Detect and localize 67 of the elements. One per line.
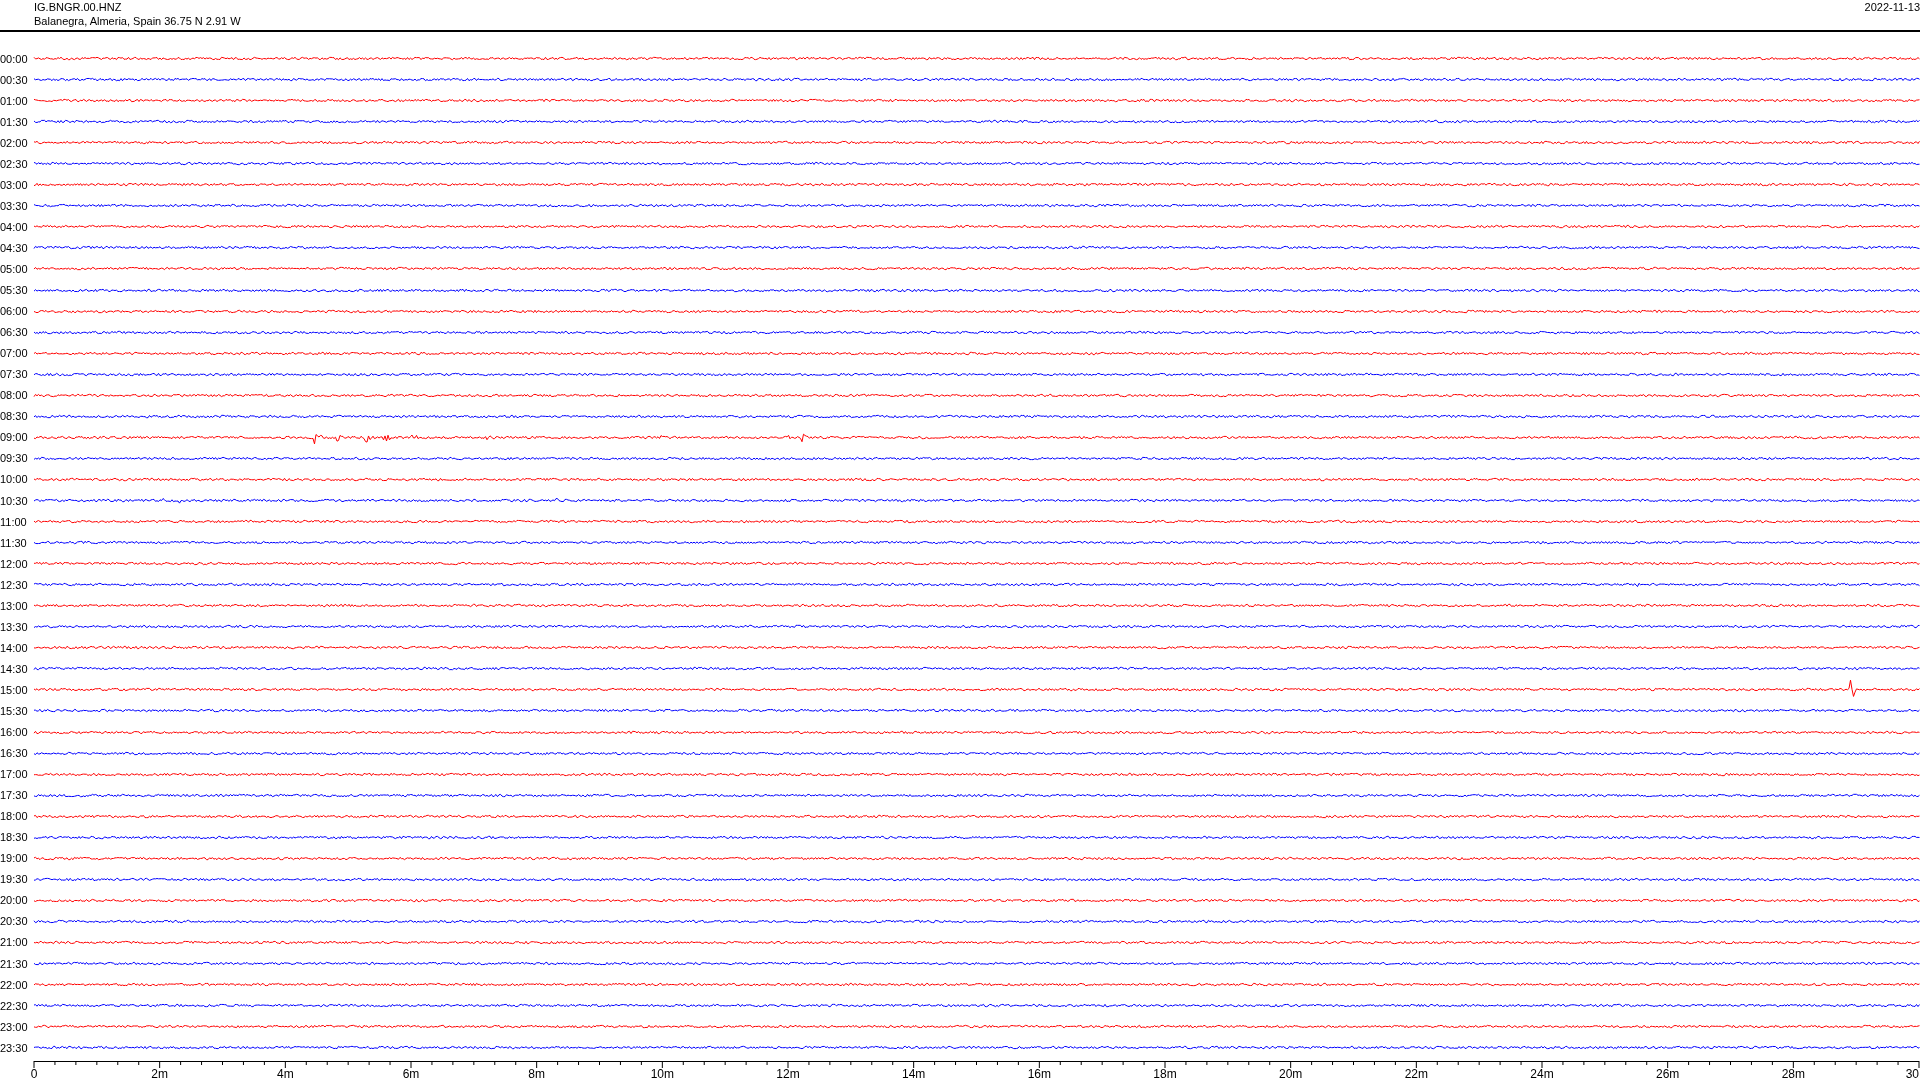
hour-label: 12:30 xyxy=(0,578,29,591)
hour-label: 23:00 xyxy=(0,1020,29,1033)
hour-label: 05:00 xyxy=(0,263,29,275)
hour-label: 12:00 xyxy=(0,557,29,570)
hour-label: 03:30 xyxy=(0,199,29,212)
hour-label: 23:30 xyxy=(0,1041,29,1054)
hour-label: 11:00 xyxy=(0,515,28,528)
hour-label: 20:00 xyxy=(0,894,29,907)
hour-label: 05:30 xyxy=(0,284,29,297)
hour-label: 01:30 xyxy=(0,115,29,128)
hour-label: 07:00 xyxy=(0,347,29,360)
hour-label: 14:30 xyxy=(0,662,29,675)
axis-label: 20m xyxy=(1279,1067,1303,1080)
hour-label: 10:30 xyxy=(0,494,29,507)
hour-label: 04:30 xyxy=(0,241,29,254)
hour-label: 00:30 xyxy=(0,73,29,86)
axis-label: 26m xyxy=(1656,1067,1680,1080)
hour-label: 18:00 xyxy=(0,810,29,823)
hour-label: 02:00 xyxy=(0,136,29,149)
hour-label: 17:00 xyxy=(0,768,29,781)
axis-label: 8m xyxy=(528,1067,545,1080)
axis-label: 24m xyxy=(1530,1067,1554,1080)
hour-label: 19:00 xyxy=(0,852,29,865)
axis-label: 30 xyxy=(1905,1067,1919,1080)
hour-label: 19:30 xyxy=(0,873,29,886)
axis-label: 10m xyxy=(650,1067,674,1080)
station-code: IG.BNGR.00.HNZ xyxy=(34,0,123,14)
hour-label: 09:00 xyxy=(0,431,29,444)
hour-label: 13:00 xyxy=(0,599,29,612)
hour-label: 09:30 xyxy=(0,452,29,465)
hour-label: 01:00 xyxy=(0,94,29,107)
hour-label: 06:30 xyxy=(0,326,29,339)
hour-label: 07:30 xyxy=(0,368,29,381)
hour-label: 18:30 xyxy=(0,831,29,844)
hour-label: 15:00 xyxy=(0,683,29,696)
axis-label: 6m xyxy=(402,1067,420,1080)
hour-label: 08:00 xyxy=(0,389,29,402)
hour-label: 03:00 xyxy=(0,178,29,191)
axis-label: 18m xyxy=(1153,1067,1177,1080)
hour-label: 13:30 xyxy=(0,620,29,633)
axis-label: 14m xyxy=(902,1067,926,1080)
hour-label: 21:00 xyxy=(0,936,29,949)
axis-label: 4m xyxy=(277,1067,294,1080)
hour-label: 16:30 xyxy=(0,747,29,760)
hour-label: 02:30 xyxy=(0,157,29,170)
hour-label: 04:00 xyxy=(0,220,29,233)
hour-label: 08:30 xyxy=(0,410,29,423)
hour-label: 15:30 xyxy=(0,704,29,717)
hour-label: 10:00 xyxy=(0,473,29,486)
hour-label: 17:30 xyxy=(0,789,29,802)
hour-label: 22:00 xyxy=(0,978,29,991)
axis-label: 22m xyxy=(1404,1067,1428,1080)
hour-label: 22:30 xyxy=(0,999,29,1012)
hour-label: 16:00 xyxy=(0,726,29,738)
axis-label: 12m xyxy=(776,1067,800,1080)
plot-date: 2022-11-13 xyxy=(1864,0,1920,14)
hour-label: 21:30 xyxy=(0,957,29,970)
axis-label: 16m xyxy=(1027,1067,1051,1080)
hour-label: 14:00 xyxy=(0,641,29,654)
station-location: Balanegra, Almeria, Spain 36.75 N 2.91 W xyxy=(34,14,241,28)
hour-label: 00:00 xyxy=(0,52,29,65)
hour-label: 20:30 xyxy=(0,915,29,928)
axis-label: 28m xyxy=(1781,1067,1805,1080)
hour-label: 11:30 xyxy=(0,536,28,549)
axis-label: 0 xyxy=(30,1067,38,1080)
hour-label: 06:00 xyxy=(0,305,29,318)
axis-label: 2m xyxy=(151,1067,168,1080)
